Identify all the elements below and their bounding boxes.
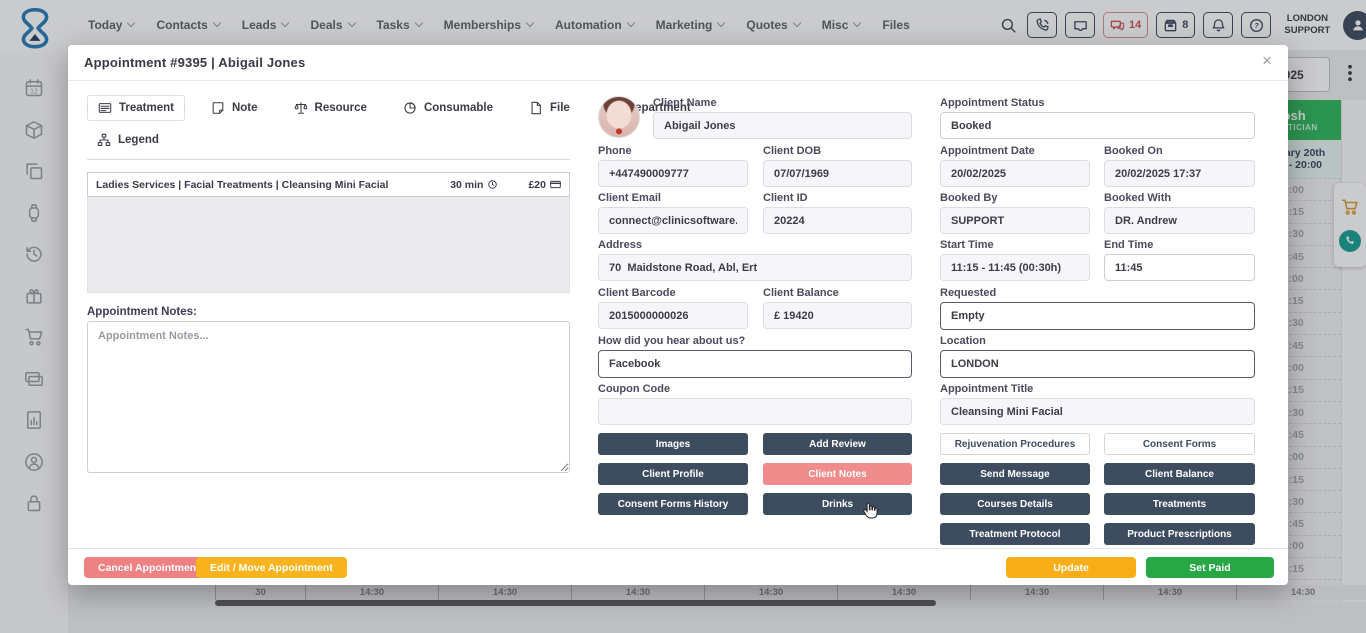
field-booked-with: Booked With	[1104, 192, 1255, 234]
add-review-button[interactable]: Add Review	[763, 433, 912, 455]
images-button[interactable]: Images	[598, 433, 748, 455]
appointment-notes-textarea[interactable]	[87, 321, 570, 473]
treatment-price: £20	[528, 179, 561, 191]
field-hear-about-us: How did you hear about us?	[598, 335, 912, 378]
field-client-balance: Client Balance	[763, 287, 912, 329]
field-booked-by: Booked By	[940, 192, 1090, 234]
legend-icon	[97, 133, 111, 147]
treatment-icon	[98, 101, 112, 115]
booked-by-input[interactable]	[940, 207, 1090, 234]
field-appointment-status: Appointment Status	[940, 97, 1255, 139]
rejuvenation-procedures-button[interactable]: Rejuvenation Procedures	[940, 433, 1090, 455]
client-notes-button[interactable]: Client Notes	[763, 463, 912, 485]
product-prescriptions-button[interactable]: Product Prescriptions	[1104, 523, 1255, 545]
field-address: Address	[598, 239, 912, 281]
field-client-id: Client ID	[763, 192, 912, 234]
client-email-input[interactable]	[598, 207, 748, 234]
card-icon	[550, 179, 561, 190]
appointment-notes-label: Appointment Notes:	[87, 306, 197, 318]
treatment-list-empty-area	[87, 197, 570, 293]
drinks-button[interactable]: Drinks	[763, 493, 912, 515]
booked-on-input[interactable]	[1104, 160, 1255, 187]
coupon-code-input[interactable]	[598, 398, 912, 425]
treatment-list: Ladies Services | Facial Treatments | Cl…	[87, 172, 570, 293]
end-time-input[interactable]	[1104, 254, 1255, 281]
client-name-input[interactable]	[653, 112, 912, 139]
edit-move-appointment-button[interactable]: Edit / Move Appointment	[196, 557, 347, 578]
client-dob-input[interactable]	[763, 160, 912, 187]
tab-consumable[interactable]: Consumable	[393, 96, 503, 120]
tab-resource[interactable]: Resource	[284, 96, 377, 120]
consumable-icon	[403, 101, 417, 115]
appointment-buttons-grid: Rejuvenation Procedures Consent Forms Send…	[940, 433, 1255, 545]
field-booked-on: Booked On	[1104, 145, 1255, 187]
treatment-duration: 30 min	[450, 179, 498, 191]
modal-tabs-row2: Legend	[87, 128, 169, 152]
requested-select[interactable]	[940, 302, 1255, 330]
field-client-barcode: Client Barcode	[598, 287, 748, 329]
field-end-time: End Time	[1104, 239, 1255, 281]
appointment-title-input[interactable]	[940, 398, 1255, 425]
field-location: Location	[940, 335, 1255, 378]
consent-forms-history-button[interactable]: Consent Forms History	[598, 493, 748, 515]
cancel-appointment-button[interactable]: Cancel Appointment	[84, 557, 214, 578]
resource-icon	[294, 101, 308, 115]
update-button[interactable]: Update	[1006, 557, 1136, 578]
appointment-date-input[interactable]	[940, 160, 1090, 187]
tab-treatment[interactable]: Treatment	[87, 95, 185, 121]
field-appointment-title: Appointment Title	[940, 383, 1255, 425]
client-id-input[interactable]	[763, 207, 912, 234]
tab-note[interactable]: Note	[201, 96, 268, 120]
client-balance-button[interactable]: Client Balance	[1104, 463, 1255, 485]
field-client-name: Client Name	[653, 97, 912, 139]
courses-details-button[interactable]: Courses Details	[940, 493, 1090, 515]
client-buttons-grid: Images Add Review Client Profile Client Not…	[598, 433, 912, 515]
treatments-button[interactable]: Treatments	[1104, 493, 1255, 515]
location-select[interactable]	[940, 350, 1255, 378]
client-avatar[interactable]	[598, 96, 640, 138]
clock-icon	[487, 179, 498, 190]
field-phone: Phone	[598, 145, 748, 187]
file-icon	[529, 101, 543, 115]
field-appointment-date: Appointment Date	[940, 145, 1090, 187]
field-start-time: Start Time	[940, 239, 1090, 281]
field-requested: Requested	[940, 287, 1255, 330]
booked-with-input[interactable]	[1104, 207, 1255, 234]
address-input[interactable]	[598, 254, 912, 281]
start-time-input[interactable]	[940, 254, 1090, 281]
tab-legend[interactable]: Legend	[87, 128, 169, 152]
set-paid-button[interactable]: Set Paid	[1146, 557, 1274, 578]
treatment-protocol-button[interactable]: Treatment Protocol	[940, 523, 1090, 545]
close-icon[interactable]: ×	[1262, 52, 1272, 69]
send-message-button[interactable]: Send Message	[940, 463, 1090, 485]
client-barcode-input[interactable]	[598, 302, 748, 329]
phone-input[interactable]	[598, 160, 748, 187]
tab-file[interactable]: File	[519, 96, 580, 120]
note-icon	[211, 101, 225, 115]
appointment-status-input[interactable]	[940, 112, 1255, 139]
modal-title: Appointment #9395 | Abigail Jones	[84, 55, 305, 70]
treatment-row[interactable]: Ladies Services | Facial Treatments | Cl…	[87, 172, 570, 197]
client-profile-button[interactable]: Client Profile	[598, 463, 748, 485]
field-client-dob: Client DOB	[763, 145, 912, 187]
modal-header: Appointment #9395 | Abigail Jones	[68, 45, 1288, 81]
appointment-modal: Appointment #9395 | Abigail Jones × Trea…	[68, 45, 1288, 585]
footer-divider	[68, 548, 1288, 549]
hear-about-us-select[interactable]	[598, 350, 912, 378]
consent-forms-button[interactable]: Consent Forms	[1104, 433, 1255, 455]
treatment-name: Ladies Services | Facial Treatments | Cl…	[96, 179, 450, 191]
field-coupon-code: Coupon Code	[598, 383, 912, 425]
field-client-email: Client Email	[598, 192, 748, 234]
tabs-divider	[87, 159, 570, 160]
client-balance-input[interactable]	[763, 302, 912, 329]
